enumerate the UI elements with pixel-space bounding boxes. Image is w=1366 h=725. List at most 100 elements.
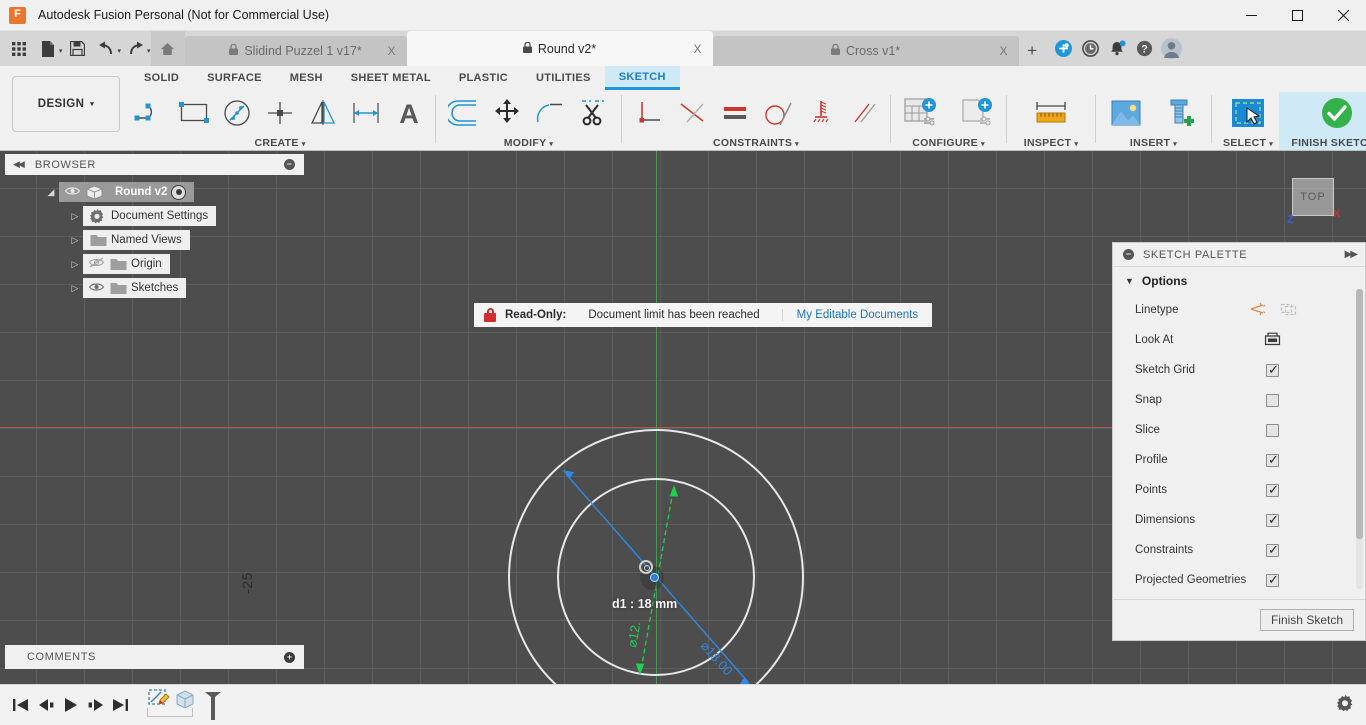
palette-row-linetype[interactable]: Linetype <box>1113 295 1365 325</box>
options-section-header[interactable]: ▼ Options <box>1113 267 1365 295</box>
panel-label-finish-sketch[interactable]: FINISH SKETCH▾ <box>1279 137 1366 149</box>
panel-label-modify[interactable]: MODIFY ▾ <box>441 137 616 149</box>
help-icon[interactable]: ? <box>1131 34 1158 64</box>
expand-arrow-icon[interactable]: ◢ <box>43 187 59 198</box>
rectangle-icon[interactable] <box>173 92 216 134</box>
expand-arrow-icon[interactable]: ▷ <box>67 235 83 246</box>
move-copy-icon[interactable] <box>486 92 529 134</box>
palette-minimize-icon[interactable]: − <box>1123 249 1134 260</box>
notifications-bell-icon[interactable] <box>1104 34 1131 64</box>
offset-icon[interactable] <box>345 92 388 134</box>
panel-label-insert[interactable]: INSERT ▾ <box>1101 137 1206 149</box>
step-forward-icon[interactable] <box>83 691 108 719</box>
close-button[interactable] <box>1320 0 1366 31</box>
visibility-eye-icon[interactable] <box>62 185 82 199</box>
palette-row-profile[interactable]: Profile <box>1113 445 1365 475</box>
activate-component-icon[interactable] <box>171 184 187 200</box>
selected-point[interactable] <box>650 573 659 582</box>
line-icon[interactable] <box>130 92 173 134</box>
palette-scrollbar-thumb[interactable] <box>1356 289 1363 539</box>
gear-icon[interactable] <box>1337 694 1354 716</box>
palette-row-dimensions[interactable]: Dimensions <box>1113 505 1365 535</box>
browser-item-sketches[interactable]: ▷ Sketches <box>5 277 305 299</box>
redo-icon[interactable] <box>121 34 150 64</box>
home-icon[interactable] <box>150 31 185 66</box>
dimension-input-tooltip[interactable]: d1 : 18 mm <box>612 597 677 611</box>
expand-arrow-icon[interactable]: ▷ <box>67 283 83 294</box>
timeline-marker[interactable] <box>205 691 221 720</box>
visibility-eye-icon[interactable] <box>86 281 106 295</box>
palette-expand-icon[interactable]: ▶▶ <box>1345 249 1358 260</box>
ribbon-tab-solid[interactable]: SOLID <box>130 66 193 90</box>
equal-icon[interactable] <box>713 92 756 134</box>
comments-panel-header[interactable]: COMMENTS + <box>5 645 304 669</box>
slice-checkbox[interactable] <box>1266 423 1279 437</box>
point-icon[interactable] <box>259 92 302 134</box>
expand-arrow-icon[interactable]: ▷ <box>67 211 83 222</box>
view-cube-face-top[interactable]: TOP <box>1292 178 1334 216</box>
mirror-icon[interactable] <box>302 92 345 134</box>
palette-row-points[interactable]: Points <box>1113 475 1365 505</box>
linetype-construction-icon[interactable] <box>1249 302 1266 319</box>
coincident-icon[interactable] <box>670 92 713 134</box>
step-back-icon[interactable] <box>33 691 58 719</box>
browser-minimize-icon[interactable]: − <box>284 159 295 170</box>
finish-sketch-button[interactable]: Finish Sketch <box>1259 609 1354 631</box>
panel-label-create[interactable]: CREATE ▾ <box>130 137 430 149</box>
ribbon-tab-sheet-metal[interactable]: SHEET METAL <box>337 66 445 90</box>
visibility-hidden-eye-icon[interactable] <box>86 257 106 271</box>
text-icon[interactable]: A <box>388 92 431 134</box>
browser-item-named-views[interactable]: ▷ Named Views <box>5 229 305 251</box>
parallel-icon[interactable] <box>842 92 885 134</box>
tangent-icon[interactable] <box>756 92 799 134</box>
document-tab-close-2[interactable]: X <box>1000 44 1008 58</box>
ribbon-tab-mesh[interactable]: MESH <box>276 66 337 90</box>
palette-row-projected-geometries[interactable]: Projected Geometries <box>1113 565 1365 595</box>
look-at-icon[interactable] <box>1264 331 1281 349</box>
go-to-beginning-icon[interactable] <box>8 691 33 719</box>
collapse-browser-icon[interactable]: ◀◀ <box>13 159 25 170</box>
workspace-switcher-button[interactable]: DESIGN ▾ <box>12 76 120 132</box>
linetype-centerline-icon[interactable] <box>1280 302 1297 319</box>
new-tab-button[interactable]: + <box>1019 36 1046 66</box>
my-editable-documents-link[interactable]: My Editable Documents <box>783 309 932 321</box>
browser-item-round[interactable]: ◢ Round v2 <box>5 181 305 203</box>
configure-part-icon[interactable] <box>949 92 1005 134</box>
browser-item-origin[interactable]: ▷ Origin <box>5 253 305 275</box>
ribbon-tab-plastic[interactable]: PLASTIC <box>445 66 522 90</box>
view-cube[interactable]: TOP Z X <box>1274 175 1346 237</box>
trim-scissors-icon[interactable] <box>572 92 615 134</box>
document-tab-0[interactable]: Slidind Puzzel 1 v17* X <box>184 36 407 66</box>
configure-table-icon[interactable] <box>893 92 949 134</box>
browser-item-document-settings[interactable]: ▷ Document Settings <box>5 205 305 227</box>
origin-point-icon[interactable] <box>639 560 653 574</box>
ribbon-tab-sketch[interactable]: SKETCH <box>604 66 680 90</box>
sketch-grid-checkbox[interactable] <box>1266 362 1279 378</box>
insert-image-icon[interactable] <box>1098 92 1154 134</box>
snap-checkbox[interactable] <box>1266 393 1279 407</box>
palette-row-look-at[interactable]: Look At <box>1113 325 1365 355</box>
minimize-button[interactable] <box>1228 0 1274 31</box>
apps-grid-icon[interactable] <box>4 34 33 64</box>
document-tab-close-1[interactable]: X <box>694 42 702 56</box>
ribbon-panel-finish-sketch[interactable]: FINISH SKETCH▾ <box>1279 92 1366 150</box>
palette-row-sketch-grid[interactable]: Sketch Grid <box>1113 355 1365 385</box>
sketch-canvas[interactable]: -25 ◀◀ BROWSER − ◢ Round v2 ▷ Document S… <box>0 151 1366 684</box>
maximize-button[interactable] <box>1274 0 1320 31</box>
recent-history-icon[interactable] <box>1077 34 1104 64</box>
projected-geometries-checkbox[interactable] <box>1266 572 1279 588</box>
palette-row-construction-geometries[interactable]: Construction Geometries <box>1113 595 1365 599</box>
perpendicular-icon[interactable] <box>627 92 670 134</box>
add-comment-icon[interactable]: + <box>284 651 295 663</box>
undo-icon[interactable] <box>92 34 121 64</box>
extensions-icon[interactable] <box>1050 34 1077 64</box>
points-checkbox[interactable] <box>1266 482 1279 498</box>
profile-checkbox[interactable] <box>1266 452 1279 468</box>
palette-row-slice[interactable]: Slice <box>1113 415 1365 445</box>
finish-sketch-check-icon[interactable] <box>1309 92 1365 134</box>
fix-ground-icon[interactable] <box>799 92 842 134</box>
ribbon-tab-utilities[interactable]: UTILITIES <box>522 66 605 90</box>
palette-row-snap[interactable]: Snap <box>1113 385 1365 415</box>
palette-row-constraints[interactable]: Constraints <box>1113 535 1365 565</box>
fillet-icon[interactable] <box>443 92 486 134</box>
